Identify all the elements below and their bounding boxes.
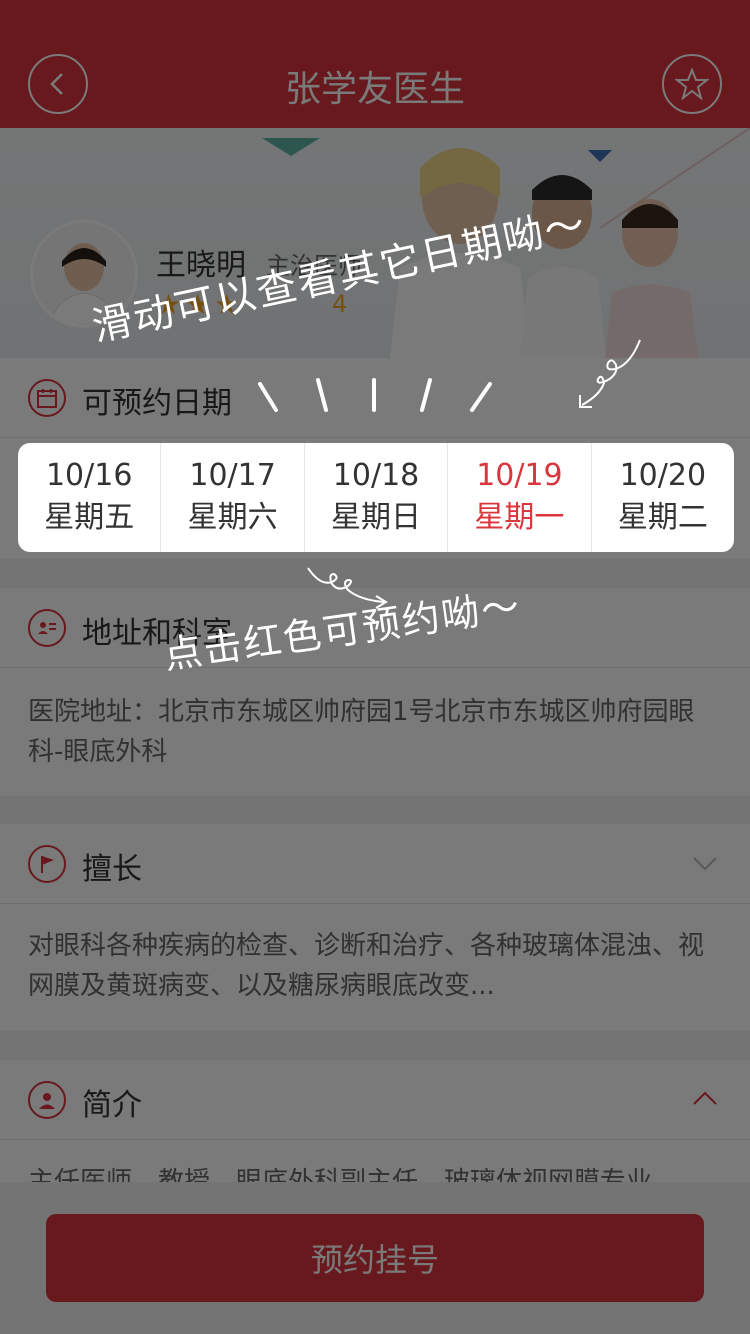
address-text: 医院地址：北京市东城区帅府园1号北京市东城区帅府园眼科-眼底外科 [0, 668, 750, 796]
specialty-section-title: 擅长 [82, 852, 142, 887]
date-number: 10/17 [189, 457, 276, 493]
date-cell-available[interactable]: 10/19 星期一 [448, 443, 592, 552]
date-weekday: 星期五 [44, 499, 135, 535]
chevron-up-icon[interactable] [690, 1084, 720, 1114]
date-cell[interactable]: 10/18 星期日 [305, 443, 449, 552]
date-weekday: 星期二 [617, 499, 708, 535]
date-weekday: 星期六 [187, 499, 278, 535]
curly-arrow-up [579, 339, 641, 408]
calendar-icon [28, 379, 66, 417]
emphasis-marks [258, 378, 492, 412]
date-number: 10/20 [619, 457, 707, 493]
specialty-section-header[interactable]: 擅长 [0, 824, 750, 904]
date-number: 10/18 [332, 457, 420, 493]
date-cell[interactable]: 10/17 星期六 [161, 443, 305, 552]
flag-icon [28, 845, 66, 883]
date-selector[interactable]: 10/16 星期五 10/17 星期六 10/18 星期日 10/19 星期一 … [18, 443, 734, 552]
date-number: 10/16 [45, 457, 133, 493]
intro-section-header[interactable]: 简介 [0, 1060, 750, 1140]
date-number: 10/19 [476, 457, 563, 493]
top-nav-bar: 张学友医生 [0, 0, 750, 128]
book-appointment-button[interactable]: 预约挂号 [46, 1214, 704, 1302]
specialty-text: 对眼科各种疾病的检查、诊断和治疗、各种玻璃体混浊、视网膜及黄斑病变、以及糖尿病眼… [0, 904, 750, 1030]
address-card-icon [28, 609, 66, 647]
intro-section-title: 简介 [82, 1088, 142, 1123]
date-weekday: 星期一 [474, 499, 565, 535]
star-outline-icon [675, 67, 709, 101]
page-title: 张学友医生 [284, 69, 465, 110]
date-cell[interactable]: 10/20 星期二 [592, 443, 734, 552]
chevron-down-icon[interactable] [690, 848, 720, 878]
person-icon [28, 1081, 66, 1119]
date-weekday: 星期日 [331, 499, 422, 535]
bottom-bar: 预约挂号 [0, 1182, 750, 1334]
schedule-section-title: 可预约日期 [82, 386, 232, 421]
date-cell[interactable]: 10/16 星期五 [18, 443, 162, 552]
favorite-button[interactable] [662, 54, 722, 114]
